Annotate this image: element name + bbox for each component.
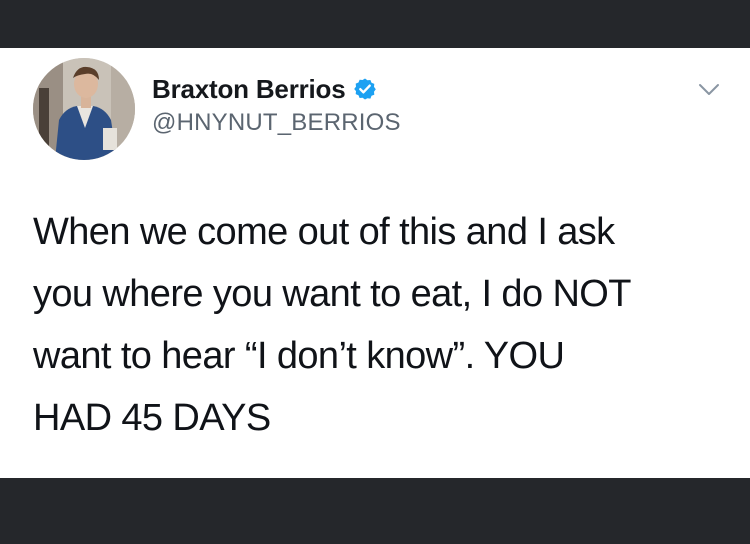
tweet-text: When we come out of this and I ask you w… <box>33 201 723 449</box>
author-row: Braxton Berrios <box>152 74 377 104</box>
top-dark-bar <box>0 0 750 48</box>
tweet-text-line: HAD 45 DAYS <box>33 397 271 439</box>
tweet-text-line: want to hear “I don’t know”. YOU <box>33 335 565 377</box>
avatar-photo <box>33 58 135 160</box>
avatar[interactable] <box>33 58 135 160</box>
bottom-dark-bar <box>0 478 750 544</box>
verified-badge-icon <box>353 78 376 100</box>
author-handle[interactable]: @HNYNUT_BERRIOS <box>152 109 401 137</box>
author-name[interactable]: Braxton Berrios <box>152 74 346 105</box>
tweet-card: Braxton Berrios @HNYNUT_BERRIOS When we … <box>0 48 750 478</box>
chevron-down-icon[interactable] <box>697 82 721 98</box>
tweet-text-line: When we come out of this and I ask <box>33 211 615 253</box>
tweet-text-line: you where you want to eat, I do NOT <box>33 273 631 315</box>
